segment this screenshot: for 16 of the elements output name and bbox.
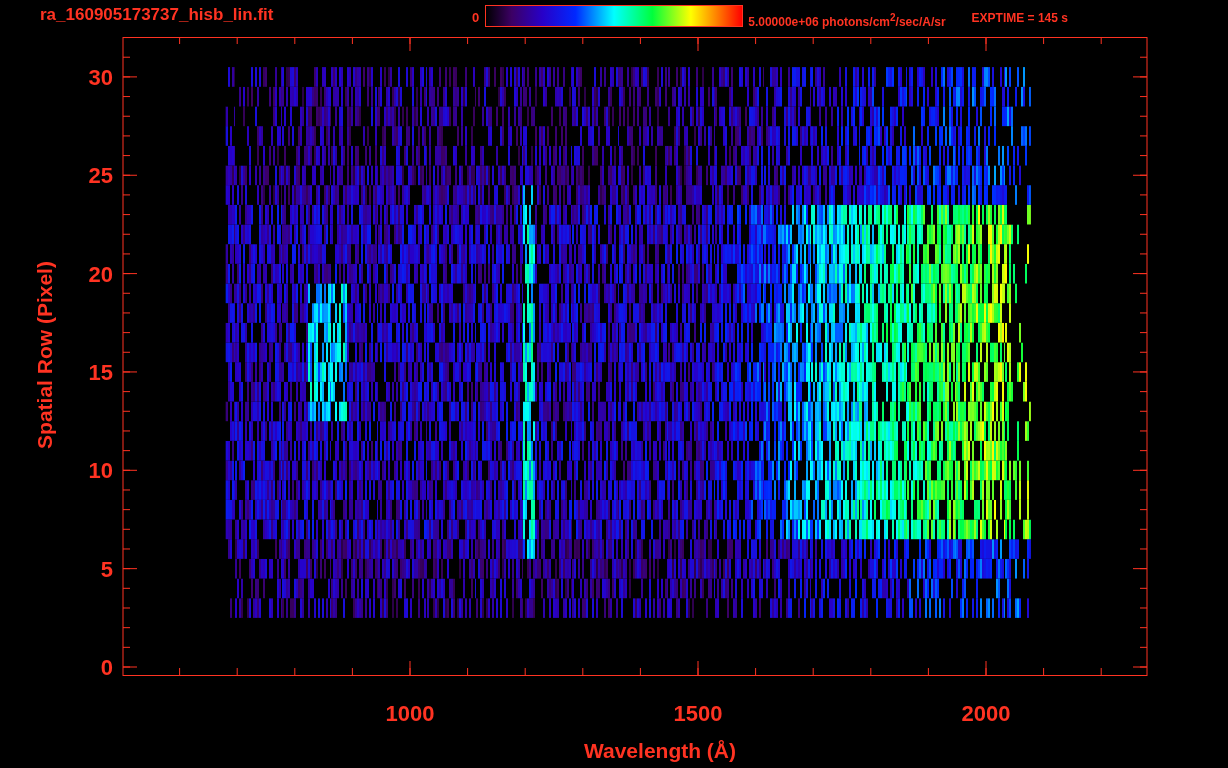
x-tick-label: 1500 xyxy=(673,701,723,726)
colorbar-max-label: 5.00000e+06 photons/cm$^{2}$/sec/A/sr xyxy=(748,11,946,31)
y-tick-label: 30 xyxy=(88,64,113,90)
x-tick-label: 2000 xyxy=(961,701,1011,726)
colorbar-min-label: 0 xyxy=(472,9,480,27)
y-axis-label: Spatial Row (Pixel) xyxy=(33,261,56,449)
x-axis-label: Wavelength (Å) xyxy=(583,739,737,762)
y-tick-label: 5 xyxy=(100,556,113,582)
y-tick-label: 0 xyxy=(100,655,113,680)
file-title: ra_160905173737_hisb_lin.fit xyxy=(40,5,275,25)
y-tick-label: 15 xyxy=(88,359,113,385)
y-tick-label: 25 xyxy=(88,163,113,189)
y-tick-label: 10 xyxy=(88,458,113,484)
y-tick-label: 20 xyxy=(88,261,113,287)
exposure-time: EXPTIME = 145 s xyxy=(971,10,1068,27)
x-tick-label: 1000 xyxy=(385,701,435,726)
